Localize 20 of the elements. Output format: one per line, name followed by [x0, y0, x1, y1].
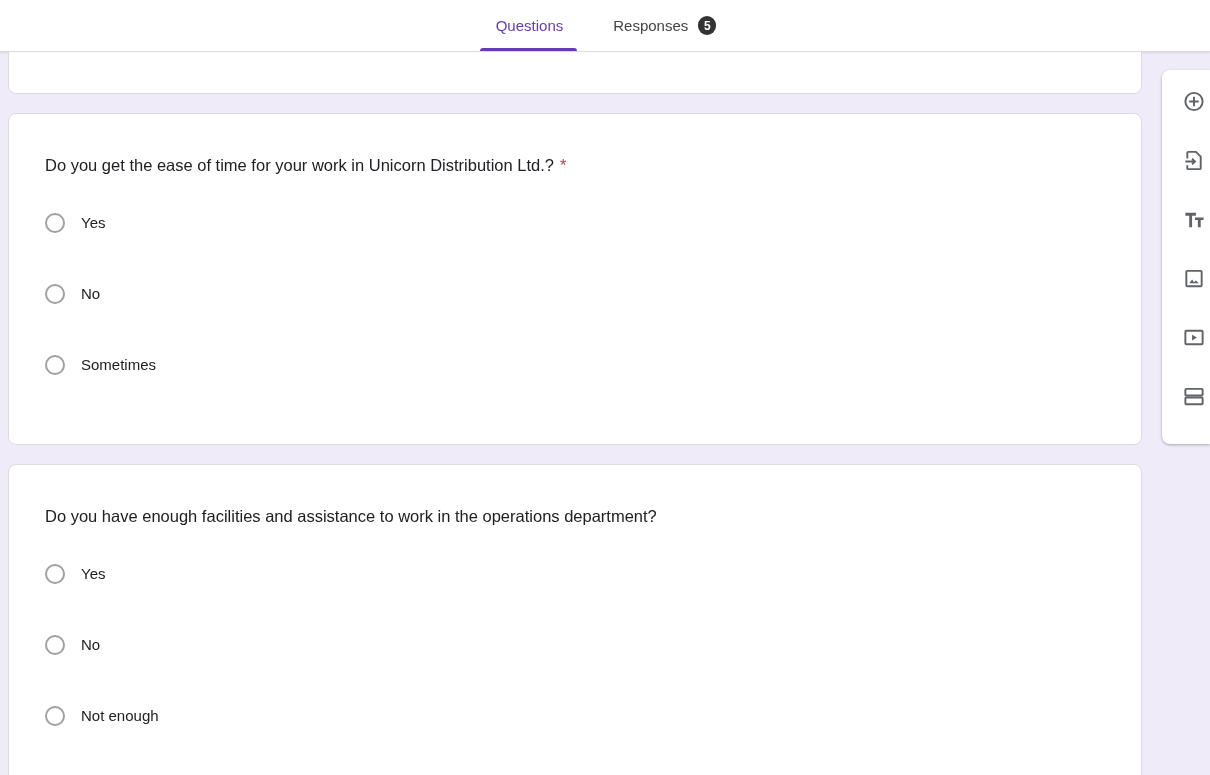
radio-button[interactable]: [45, 354, 65, 375]
radio-button[interactable]: [45, 212, 65, 233]
tab[interactable]: Questions: [479, 0, 578, 51]
question-text: Do you have enough facilities and assistance to work in the operations department?: [45, 507, 657, 525]
option-label: Not enough: [81, 707, 159, 724]
radio-button[interactable]: [45, 634, 65, 655]
tab[interactable]: Responses 5: [597, 0, 731, 51]
add-circle-icon[interactable]: [1181, 90, 1207, 113]
radio-button[interactable]: [45, 563, 65, 584]
radio-button[interactable]: [45, 283, 65, 304]
question-text: Do you get the ease of time for your work in Unicorn Distribution Ltd.?: [45, 156, 554, 174]
option-label: Sometimes: [81, 356, 157, 373]
radio-button[interactable]: [45, 705, 65, 726]
option-label: Yes: [81, 214, 106, 231]
option-label: No: [81, 636, 101, 653]
section-icon[interactable]: [1181, 385, 1207, 408]
required-mark: *: [560, 156, 567, 174]
option-label: Yes: [81, 565, 106, 582]
option-label: No: [81, 285, 101, 302]
count-badge: 5: [698, 16, 717, 35]
